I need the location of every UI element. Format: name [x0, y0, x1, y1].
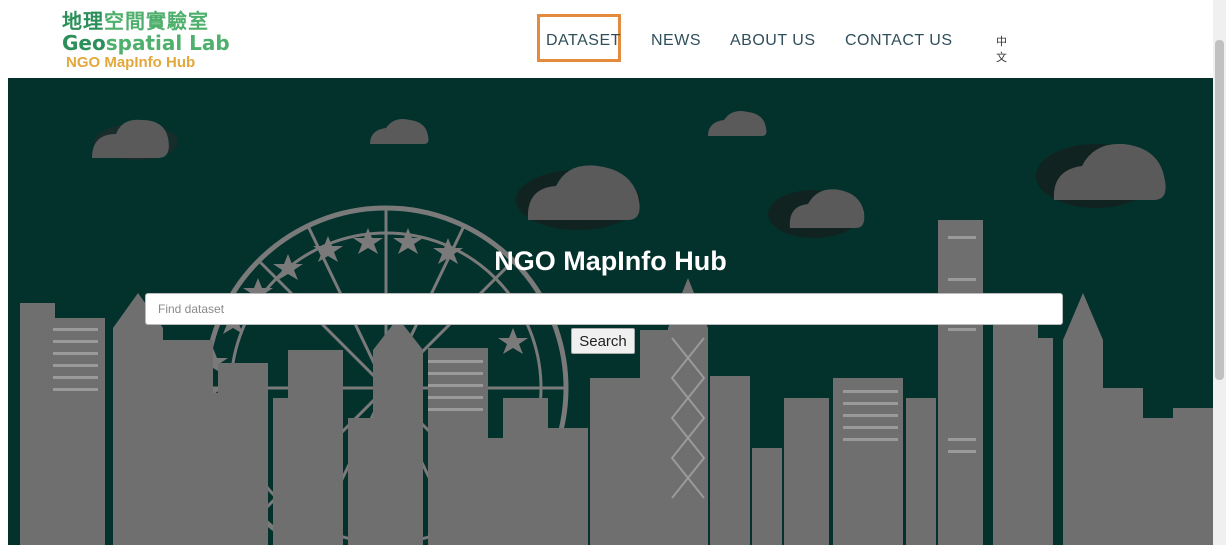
cloud: [516, 165, 640, 230]
hero-banner: NGO MapInfo Hub Search: [8, 78, 1213, 545]
logo-chinese-title: 地理空間實驗室: [62, 9, 209, 33]
nav-about-us[interactable]: ABOUT US: [730, 32, 816, 50]
logo-english-title: Geospatial Lab: [62, 31, 230, 55]
search-button[interactable]: Search: [571, 328, 635, 354]
nav-contact-us[interactable]: CONTACT US: [845, 32, 953, 50]
cloud: [768, 189, 865, 238]
page-scrollbar[interactable]: [1213, 0, 1226, 545]
nav-dataset[interactable]: DATASET: [546, 32, 621, 50]
scrollbar-thumb[interactable]: [1215, 40, 1224, 380]
cloud: [92, 119, 178, 160]
logo-hub-subtitle: NGO MapInfo Hub: [66, 54, 196, 71]
site-header: 地理空間實驗室 Geospatial Lab NGO MapInfo Hub D…: [0, 0, 1226, 78]
dataset-search-input[interactable]: [145, 293, 1063, 325]
cloud: [708, 111, 767, 136]
cloud: [1036, 143, 1166, 208]
hero-title: NGO MapInfo Hub: [494, 246, 727, 276]
nav-news[interactable]: NEWS: [651, 32, 701, 50]
cloud: [370, 119, 429, 144]
site-logo[interactable]: 地理空間實驗室 Geospatial Lab NGO MapInfo Hub: [62, 10, 232, 76]
language-switch[interactable]: 中文: [996, 33, 1007, 65]
